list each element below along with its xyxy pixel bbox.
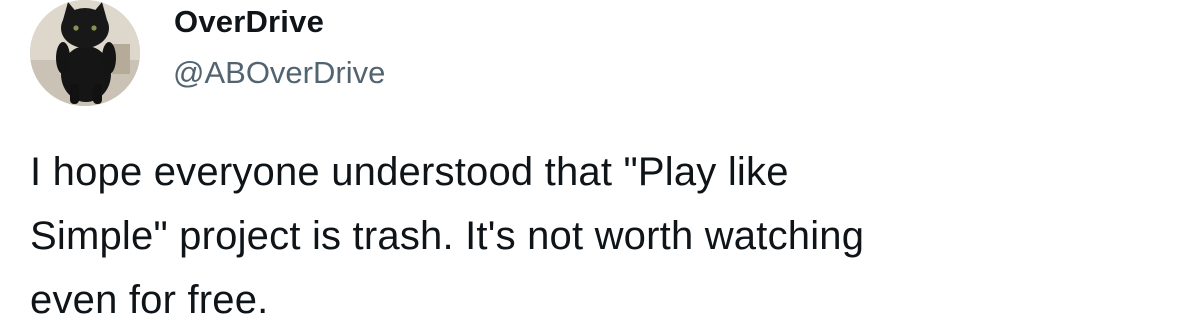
display-name[interactable]: OverDrive <box>174 2 324 42</box>
user-handle[interactable]: @ABOverDrive <box>173 53 385 93</box>
black-cat-avatar-icon <box>30 0 140 106</box>
avatar[interactable] <box>30 0 140 106</box>
tweet-card: OverDrive @ABOverDrive I hope everyone u… <box>0 0 1200 332</box>
tweet-text: I hope everyone understood that "Play li… <box>30 150 865 322</box>
